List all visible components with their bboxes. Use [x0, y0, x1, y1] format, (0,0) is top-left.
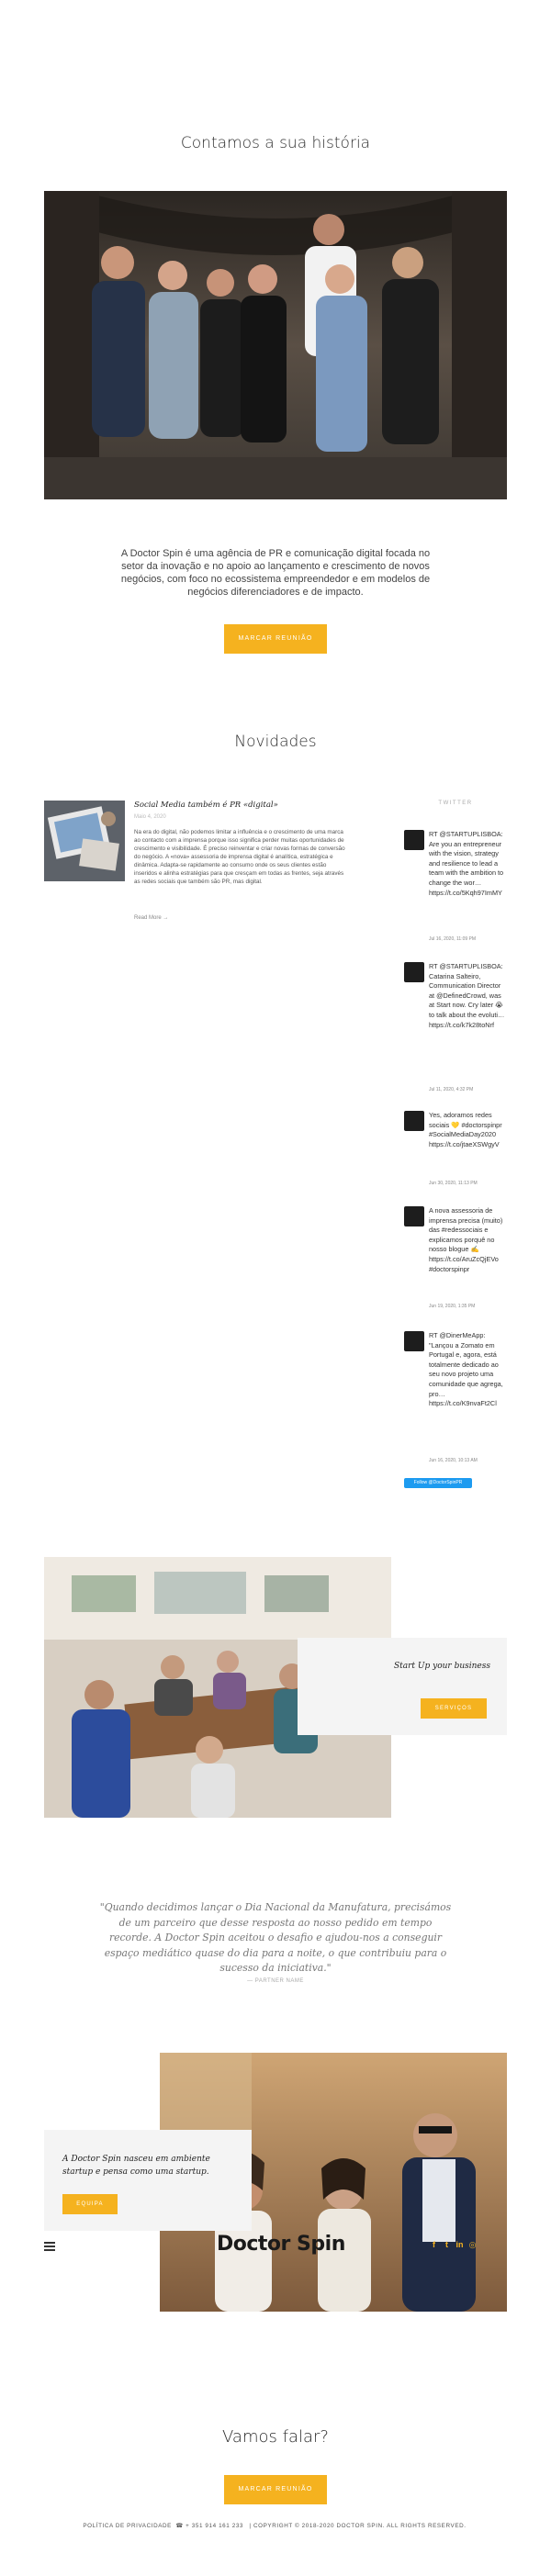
twitter-widget-label: TWITTER — [438, 801, 473, 806]
tweet[interactable]: A nova assessoria de imprensa precisa (m… — [404, 1206, 507, 1309]
testimonial-source: — PARTNER NAME — [247, 1978, 304, 1984]
menu-icon[interactable] — [44, 2242, 55, 2251]
schedule-meeting-button[interactable]: MARCAR REUNIÃO — [224, 2475, 327, 2504]
privacy-policy-link[interactable]: POLÍTICA DE PRIVACIDADE — [83, 2523, 172, 2529]
footer-phone: ☎ + 351 914 161 233 — [175, 2523, 244, 2529]
logo[interactable]: Doctor Spin — [217, 2233, 345, 2256]
post-date: Maio 4, 2020 — [134, 814, 166, 820]
tweet-date: Jul 16, 2020, 11:09 PM — [429, 936, 477, 942]
tweet-text: RT @STARTUPLISBOA: Catarina Salteiro, Co… — [429, 962, 505, 1029]
footer: POLÍTICA DE PRIVACIDADE ☎ + 351 914 161 … — [0, 2523, 551, 2529]
avatar — [404, 830, 424, 850]
tweet-date: Jun 30, 2020, 11:13 PM — [429, 1181, 478, 1186]
startup-card: Start Up your business SERVIÇOS — [298, 1638, 507, 1735]
tweet-text: A nova assessoria de imprensa precisa (m… — [429, 1206, 503, 1273]
twitter-icon[interactable]: t — [443, 2240, 451, 2250]
tweet[interactable]: RT @STARTUPLISBOA: Catarina Salteiro, Co… — [404, 962, 507, 1092]
tweet-date: Jun 16, 2020, 10:13 AM — [429, 1458, 478, 1463]
tweet-date: Jul 11, 2020, 4:32 PM — [429, 1087, 474, 1092]
linkedin-icon[interactable]: in — [455, 2240, 464, 2250]
post-title[interactable]: Social Media também é PR «digital» — [134, 801, 354, 810]
tweet[interactable]: RT @STARTUPLISBOA: Are you an entreprene… — [404, 830, 507, 942]
facebook-icon[interactable]: f — [430, 2240, 438, 2250]
twitter-follow-button[interactable]: Follow @DoctorSpinPR — [404, 1478, 472, 1488]
footer-copyright: | COPYRIGHT © 2018-2020 DOCTOR SPIN. ALL… — [249, 2523, 467, 2529]
avatar — [404, 962, 424, 982]
tweet-text: Yes, adoramos redes sociais 💛 #doctorspi… — [429, 1111, 502, 1148]
contact-title: Vamos falar? — [222, 2427, 329, 2447]
news-title: Novidades — [234, 733, 317, 751]
born-text: A Doctor Spin nasceu em ambiente startup… — [62, 2155, 210, 2177]
team-button[interactable]: EQUIPA — [62, 2194, 118, 2214]
tweet-text: RT @DinerMeApp: "Lançou a Zomato em Port… — [429, 1331, 503, 1408]
tweet-date: Jun 19, 2020, 1:35 PM — [429, 1304, 476, 1309]
schedule-meeting-button[interactable]: MARCAR REUNIÃO — [224, 624, 327, 654]
tweet-text: RT @STARTUPLISBOA: Are you an entreprene… — [429, 830, 504, 897]
startup-text: Start Up your business — [393, 1662, 490, 1671]
post-excerpt: Na era do digital, não podemos limitar a… — [134, 829, 345, 885]
avatar — [404, 1331, 424, 1351]
born-card: A Doctor Spin nasceu em ambiente startup… — [44, 2130, 252, 2231]
hero-title: Contamos a sua história — [180, 134, 371, 152]
services-button[interactable]: SERVIÇOS — [421, 1698, 487, 1719]
team-photo — [44, 191, 507, 499]
testimonial-quote: "Quando decidimos lançar o Dia Nacional … — [99, 1901, 452, 1974]
post-thumbnail[interactable] — [44, 801, 125, 881]
instagram-icon[interactable]: ◎ — [468, 2240, 477, 2250]
read-more-link[interactable]: Read More → — [134, 915, 168, 921]
tweet[interactable]: RT @DinerMeApp: "Lançou a Zomato em Port… — [404, 1331, 507, 1467]
avatar — [404, 1111, 424, 1131]
avatar — [404, 1206, 424, 1226]
social-links: f t in ◎ — [430, 2240, 477, 2250]
intro-text: A Doctor Spin é uma agência de PR e comu… — [120, 548, 431, 598]
tweet[interactable]: Yes, adoramos redes sociais 💛 #doctorspi… — [404, 1111, 507, 1199]
